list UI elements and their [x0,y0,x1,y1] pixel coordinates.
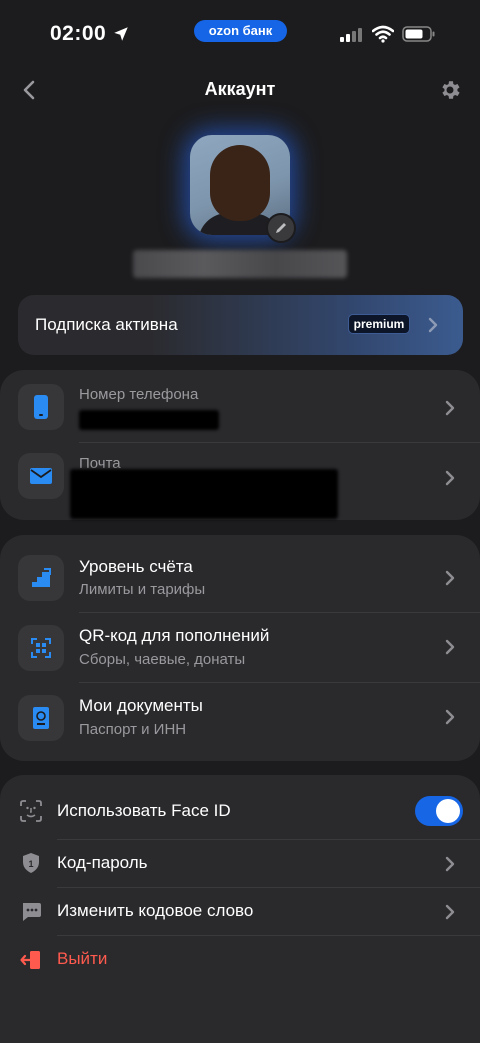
row-title: Код-пароль [57,853,148,872]
chevron-right-icon [445,470,455,486]
row-title: QR-код для пополнений [79,626,270,645]
row-subtitle: Лимиты и тарифы [79,581,206,598]
chevron-right-icon [445,856,455,872]
logout-icon [20,951,40,969]
chevron-right-icon [445,709,455,725]
svg-text:1: 1 [28,859,33,869]
chevron-right-icon [445,400,455,416]
contact-label-phone: Номер телефона [79,386,199,403]
phone-icon-tile [18,384,64,430]
signal-icon [340,28,362,42]
account-row-qr[interactable]: QR-код для пополнений Сборы, чаевые, дон… [0,613,480,683]
chevron-right-icon [445,570,455,586]
face-id-icon [20,800,42,822]
account-card: Уровень счёта Лимиты и тарифы QR-код для… [0,535,480,761]
chat-dots-icon [23,903,41,921]
time-text: 02:00 [50,22,107,45]
contacts-card: Номер телефона Почта [0,370,480,520]
subscription-label: Подписка активна [35,315,178,334]
stairs-icon [32,568,51,587]
security-row-code-word[interactable]: Изменить кодовое слово [0,888,480,936]
security-row-passcode[interactable]: 1 Код-пароль [0,840,480,888]
passport-icon-tile [18,695,64,741]
nav-bar: Аккаунт [0,70,480,110]
profile-name-redacted [133,250,347,278]
page-title: Аккаунт [204,79,276,99]
wifi-icon [372,25,394,43]
row-title: Использовать Face ID [57,801,231,820]
status-bar: 02:00 ozon банк [0,0,480,70]
security-card: Использовать Face ID 1 Код-пароль Измени… [0,775,480,1043]
phone-icon [34,395,48,419]
pencil-icon [276,223,286,233]
mail-icon-tile [18,453,64,499]
phone-value-redacted [79,410,219,430]
chevron-right-icon [428,317,438,333]
email-value-redacted [70,469,338,519]
bank-pill[interactable]: ozon банк [194,20,287,42]
account-row-documents[interactable]: Мои документы Паспорт и ИНН [0,683,480,753]
qr-code-icon [31,638,51,658]
row-subtitle: Сборы, чаевые, донаты [79,651,246,668]
edit-avatar-button[interactable] [266,213,296,243]
row-title: Мои документы [79,696,203,715]
subscription-card[interactable]: Подписка активна premium [18,295,463,355]
row-title: Уровень счёта [79,557,193,576]
chevron-right-icon [445,904,455,920]
logout-label: Выйти [57,949,108,968]
contact-row-email[interactable]: Почта [0,443,480,520]
passport-icon [33,707,49,729]
avatar-face [210,145,270,221]
location-arrow-icon [114,27,128,41]
battery-icon [402,26,435,42]
shield-icon: 1 [23,853,39,873]
row-subtitle: Паспорт и ИНН [79,721,187,738]
stairs-icon-tile [18,555,64,601]
qr-code-icon-tile [18,625,64,671]
account-row-level[interactable]: Уровень счёта Лимиты и тарифы [0,543,480,613]
premium-badge: premium [348,314,410,334]
logout-row[interactable]: Выйти [0,936,480,984]
mail-icon [30,468,52,484]
status-time: 02:00 [50,22,130,46]
row-title: Изменить кодовое слово [57,901,254,920]
security-row-face-id[interactable]: Использовать Face ID [0,787,480,835]
contact-row-phone[interactable]: Номер телефона [0,370,480,442]
toggle-knob [436,799,460,823]
gear-icon[interactable] [438,78,462,102]
chevron-right-icon [445,639,455,655]
face-id-toggle[interactable] [415,796,463,826]
